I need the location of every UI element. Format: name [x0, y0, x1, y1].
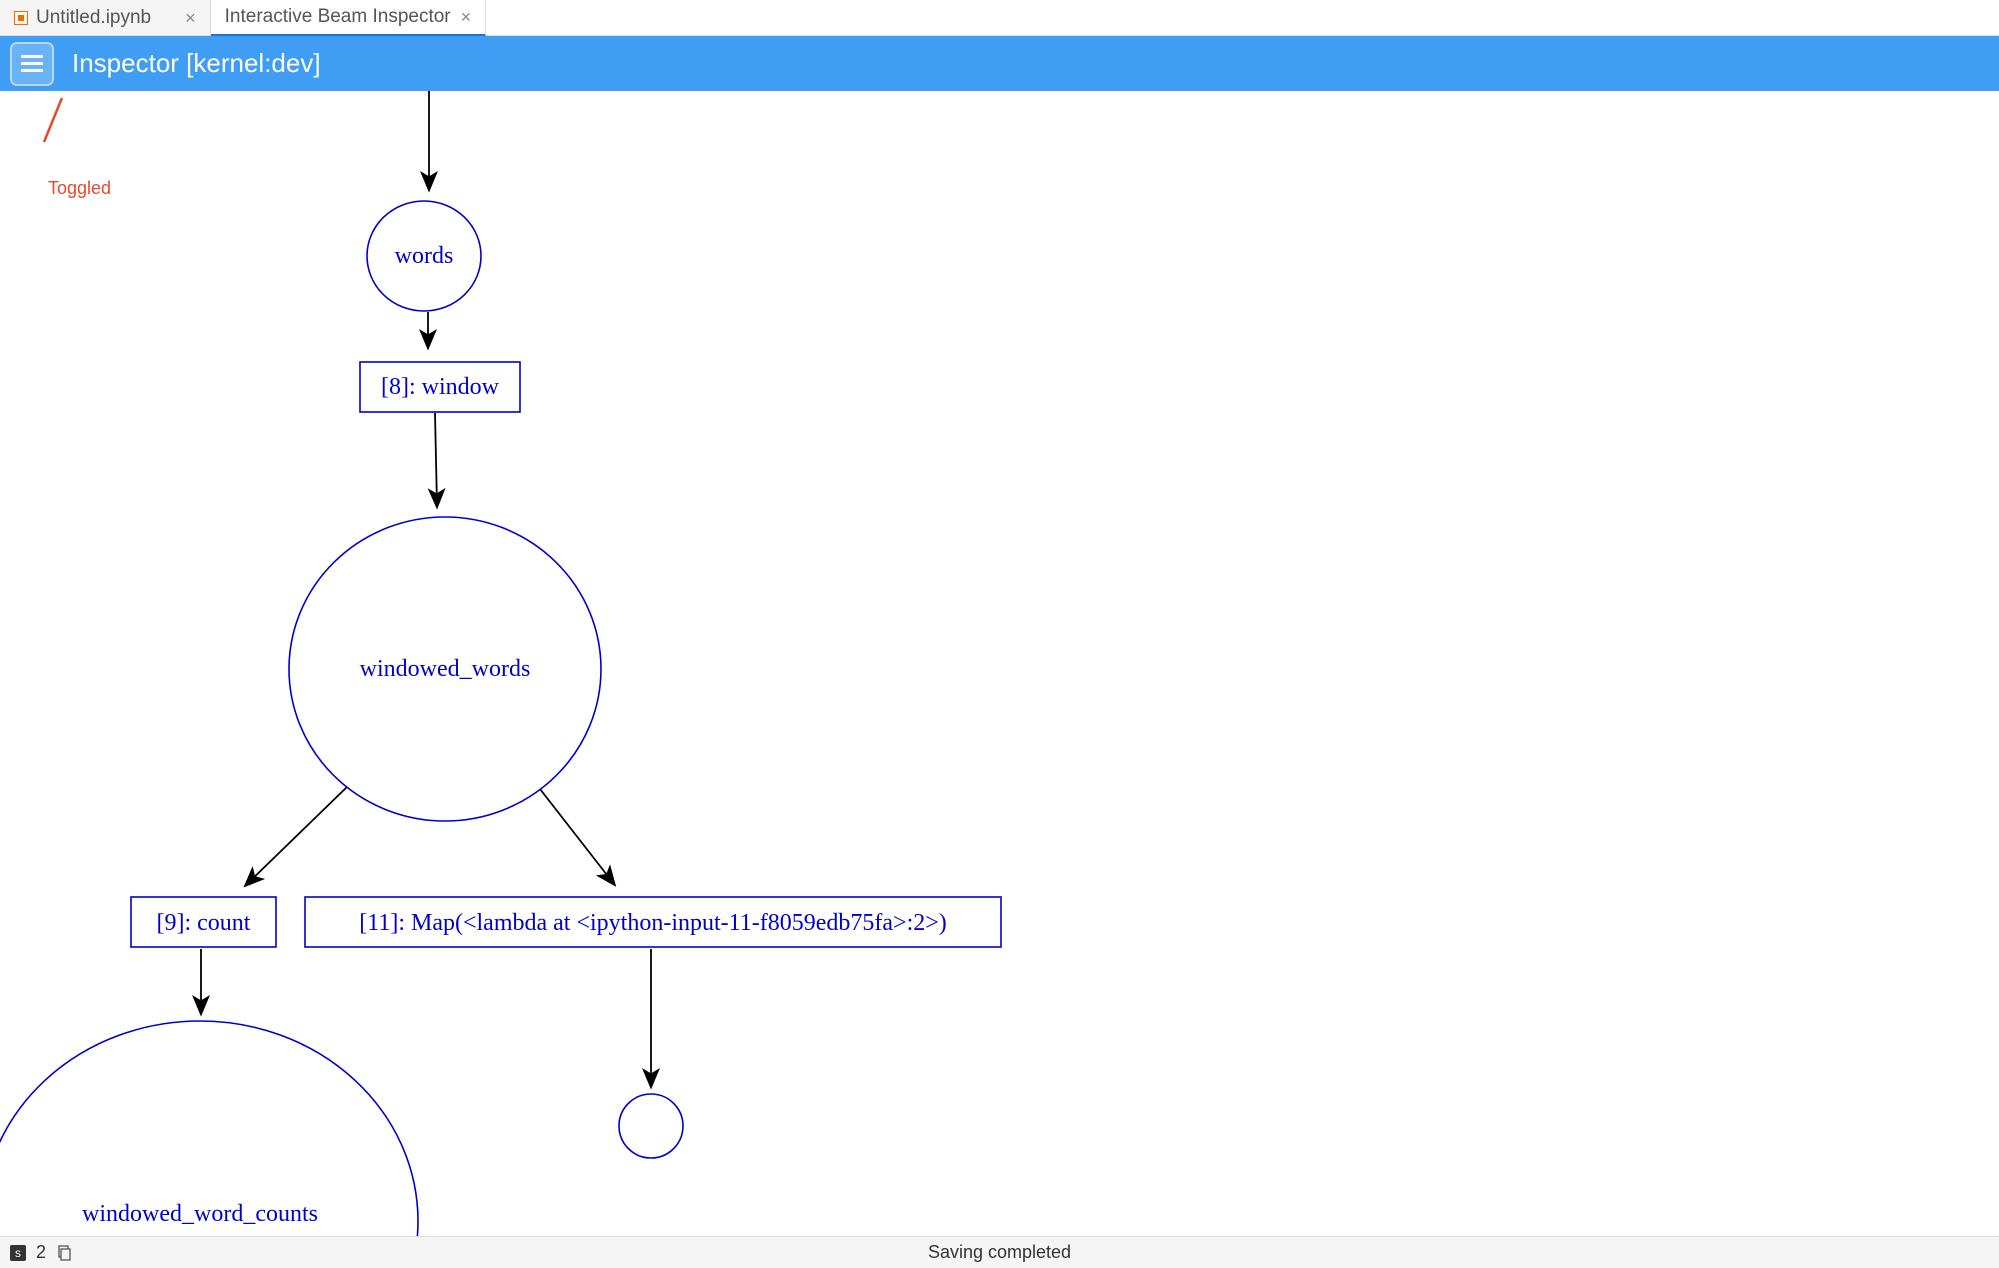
- mode-icon[interactable]: s: [10, 1245, 26, 1261]
- edge: [246, 786, 348, 885]
- node-window[interactable]: [360, 362, 520, 412]
- notebook-icon: [14, 11, 28, 25]
- copy-icon[interactable]: [56, 1245, 72, 1261]
- node-count[interactable]: [131, 897, 276, 947]
- edge: [540, 789, 614, 884]
- tab-inspector[interactable]: Interactive Beam Inspector ×: [211, 0, 487, 36]
- tab-untitled[interactable]: Untitled.ipynb ×: [0, 0, 211, 35]
- menu-toggle-button[interactable]: [10, 42, 54, 86]
- node-map[interactable]: [305, 897, 1001, 947]
- node-windowed-words[interactable]: [289, 517, 601, 821]
- node-windowed-word-counts[interactable]: [0, 1021, 418, 1236]
- pipeline-graph[interactable]: words [8]: window windowed_words [9]: co…: [0, 91, 1999, 1236]
- tab-label: Untitled.ipynb: [36, 7, 151, 29]
- status-bar: s 2 Saving completed: [0, 1236, 1999, 1268]
- node-words[interactable]: [367, 201, 481, 311]
- status-message: Saving completed: [928, 1242, 1071, 1263]
- node-output[interactable]: [619, 1094, 683, 1158]
- inspector-title: Inspector [kernel:dev]: [72, 48, 321, 79]
- close-icon[interactable]: ×: [185, 9, 196, 27]
- inspector-header: Inspector [kernel:dev]: [0, 36, 1999, 91]
- hamburger-icon: [21, 55, 43, 72]
- close-icon[interactable]: ×: [461, 8, 472, 26]
- tab-label: Interactive Beam Inspector: [225, 6, 451, 28]
- status-count: 2: [36, 1242, 46, 1263]
- edge: [435, 413, 437, 506]
- tab-bar: Untitled.ipynb × Interactive Beam Inspec…: [0, 0, 1999, 36]
